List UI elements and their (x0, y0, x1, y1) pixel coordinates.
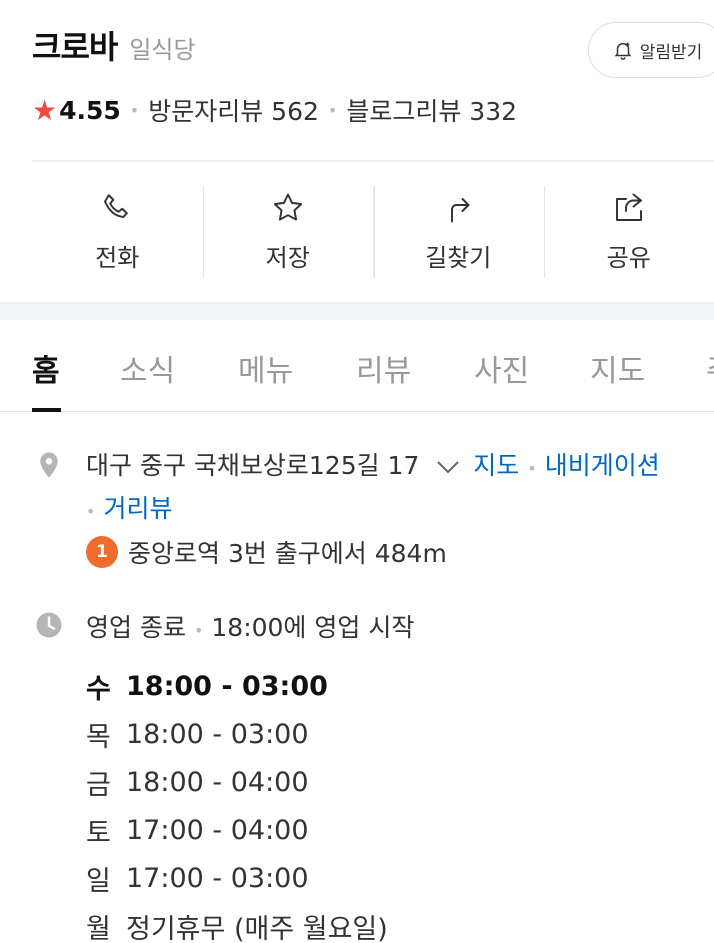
hours-day: 월 (86, 913, 111, 943)
directions-label: 길찾기 (425, 244, 492, 272)
rating-value: 4.55 (59, 95, 121, 125)
call-label: 전화 (95, 244, 140, 272)
subway-text: 중앙로역 3번 출구에서 484m (128, 539, 447, 568)
hours-time: 17:00 - 04:00 (126, 814, 309, 846)
hours-row: 월 정기휴무 (매주 월요일) (86, 902, 388, 943)
subway-line-badge: 1 (86, 536, 118, 568)
alarm-button[interactable]: 알림받기 (588, 22, 714, 78)
place-header: 크로바 일식당 알림받기 ★ 4.55 • 방문자리뷰 562 • 블로그리뷰 … (32, 22, 714, 128)
hours-time: 17:00 - 03:00 (126, 862, 309, 894)
address-block: 대구 중구 국채보상로125길 17 지도 • 내비게이션 • 거리뷰 (86, 451, 660, 523)
navigation-link[interactable]: 내비게이션 (545, 451, 660, 480)
tab-home[interactable]: 홈 (32, 346, 60, 390)
star-icon (273, 193, 302, 221)
tab-photos[interactable]: 사진 (474, 346, 529, 390)
tab-reviews[interactable]: 리뷰 (356, 346, 411, 390)
call-button[interactable]: 전화 (32, 186, 203, 278)
hours-row: 금 18:00 - 04:00 (86, 758, 388, 806)
alarm-label: 알림받기 (639, 42, 703, 63)
rating-row: ★ 4.55 • 방문자리뷰 562 • 블로그리뷰 332 (32, 92, 518, 128)
tab-news[interactable]: 소식 (120, 346, 175, 390)
hours-row: 일 17:00 - 03:00 (86, 854, 388, 902)
hours-time: 18:00 - 04:00 (126, 766, 309, 798)
business-hours: 수 18:00 - 03:00 목 18:00 - 03:00 금 18:00 … (86, 662, 388, 943)
map-link[interactable]: 지도 (473, 451, 519, 480)
hours-day: 일 (86, 865, 111, 897)
hours-day: 금 (86, 769, 111, 801)
chevron-down-icon[interactable] (435, 459, 461, 475)
tab-bar: 홈 소식 메뉴 리뷰 사진 지도 주 (0, 320, 714, 412)
save-button[interactable]: 저장 (202, 186, 374, 278)
hours-day: 수 (86, 673, 111, 705)
bell-plus-icon (614, 42, 632, 60)
hours-row: 수 18:00 - 03:00 (86, 662, 388, 710)
business-status[interactable]: 영업 종료 • 18:00에 영업 시작 (86, 608, 414, 644)
tab-map[interactable]: 지도 (590, 346, 645, 390)
share-button[interactable]: 공유 (543, 186, 714, 278)
hours-time: 18:00 - 03:00 (126, 670, 328, 702)
section-gap (0, 302, 714, 320)
next-open-text: 18:00에 영업 시작 (211, 613, 415, 642)
subway-info: 1 중앙로역 3번 출구에서 484m (86, 534, 447, 570)
status-text: 영업 종료 (86, 613, 186, 642)
share-icon (615, 193, 642, 221)
directions-icon (451, 198, 470, 223)
action-bar: 전화 저장 길찾기 공유 (32, 186, 714, 278)
rating-star-icon: ★ (32, 93, 58, 127)
directions-button[interactable]: 길찾기 (373, 186, 544, 278)
share-label: 공유 (606, 244, 651, 272)
save-label: 저장 (265, 244, 310, 272)
tab-menu[interactable]: 메뉴 (238, 346, 293, 390)
hours-row: 토 17:00 - 04:00 (86, 806, 388, 854)
hours-day: 토 (86, 817, 111, 849)
blog-reviews-link[interactable]: 블로그리뷰 332 (346, 92, 517, 128)
clock-icon (36, 612, 62, 638)
hours-time: 18:00 - 03:00 (126, 718, 309, 750)
address-text: 대구 중구 국채보상로125길 17 (86, 451, 420, 480)
header-divider (32, 160, 714, 162)
hours-day: 목 (86, 721, 111, 753)
hours-row: 목 18:00 - 03:00 (86, 710, 388, 758)
hours-time: 정기휴무 (매주 월요일) (126, 913, 388, 943)
place-name: 크로바 (32, 28, 118, 66)
tab-nearby[interactable]: 주 (706, 346, 714, 390)
phone-icon (104, 194, 128, 218)
visitor-reviews-link[interactable]: 방문자리뷰 562 (148, 92, 319, 128)
location-pin-icon (40, 452, 58, 478)
place-category: 일식당 (129, 36, 196, 64)
active-tab-indicator (32, 408, 61, 412)
street-view-link[interactable]: 거리뷰 (103, 494, 172, 523)
